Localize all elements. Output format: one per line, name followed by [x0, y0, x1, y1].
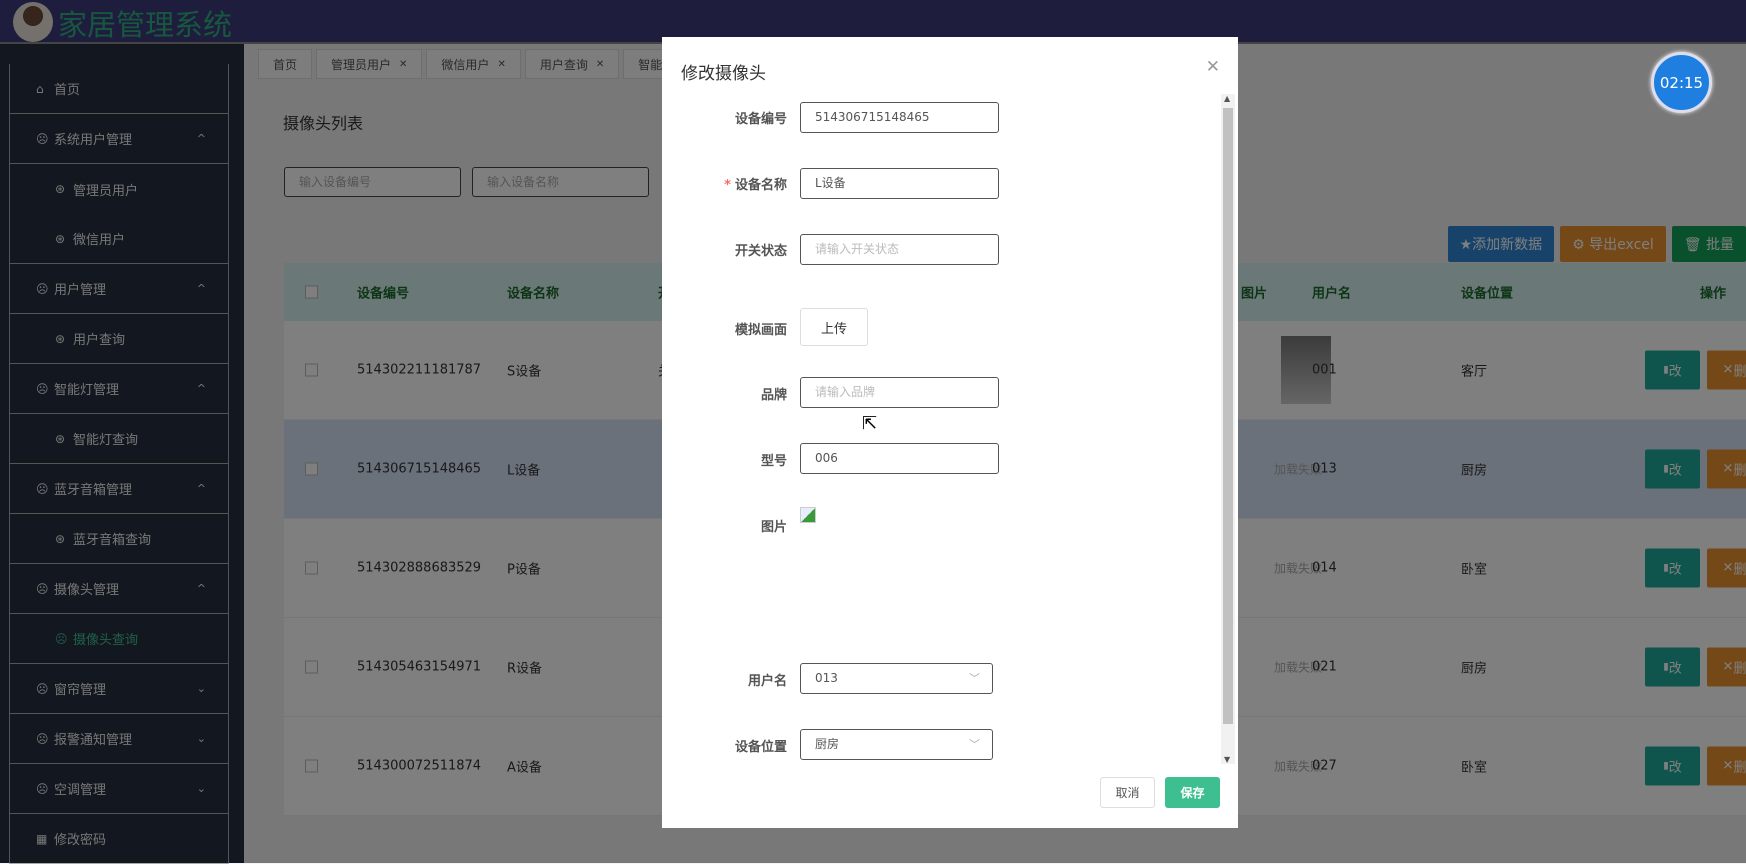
- username-select[interactable]: 013 ﹀: [800, 663, 993, 694]
- device-name-label: * 设备名称: [662, 174, 787, 193]
- close-icon[interactable]: ✕: [1206, 57, 1220, 77]
- upload-button[interactable]: 上传: [800, 308, 868, 346]
- username-value: 013: [815, 671, 838, 685]
- location-value: 厨房: [815, 737, 840, 751]
- dialog-title: 修改摄像头: [681, 64, 766, 84]
- chevron-down-icon: ﹀: [969, 672, 980, 685]
- username-label: 用户名: [747, 674, 787, 689]
- picture-label: 图片: [760, 520, 787, 535]
- model-input[interactable]: 006: [800, 443, 999, 474]
- location-label: 设备位置: [734, 740, 787, 755]
- save-button[interactable]: 保存: [1165, 777, 1220, 808]
- switch-state-label: 开关状态: [734, 244, 787, 259]
- device-no-label: 设备编号: [734, 112, 787, 127]
- timer-badge: 02:15: [1651, 52, 1712, 113]
- dialog-scrollbar[interactable]: ▲ ▼: [1221, 94, 1235, 764]
- broken-image-icon: [800, 507, 816, 523]
- scroll-down-icon[interactable]: ▼: [1224, 755, 1230, 764]
- required-mark: *: [724, 178, 731, 193]
- chevron-down-icon: ﹀: [969, 738, 980, 751]
- cancel-button[interactable]: 取消: [1100, 777, 1155, 808]
- edit-camera-dialog: 修改摄像头 ✕ 设备编号 514306715148465 * 设备名称 L设备 开…: [662, 37, 1238, 828]
- brand-input[interactable]: 请输入品牌: [800, 377, 999, 408]
- device-no-input[interactable]: 514306715148465: [800, 102, 999, 133]
- device-name-label-text: 设备名称: [734, 178, 787, 193]
- sim-image-label: 模拟画面: [734, 323, 787, 338]
- device-name-input[interactable]: L设备: [800, 168, 999, 199]
- brand-label: 品牌: [760, 388, 787, 403]
- mouse-cursor-icon: ⇱: [862, 413, 878, 434]
- scrollbar-thumb[interactable]: [1223, 108, 1233, 724]
- scroll-up-icon[interactable]: ▲: [1224, 94, 1230, 103]
- model-label: 型号: [760, 454, 787, 469]
- location-select[interactable]: 厨房 ﹀: [800, 729, 993, 760]
- switch-state-input[interactable]: 请输入开关状态: [800, 234, 999, 265]
